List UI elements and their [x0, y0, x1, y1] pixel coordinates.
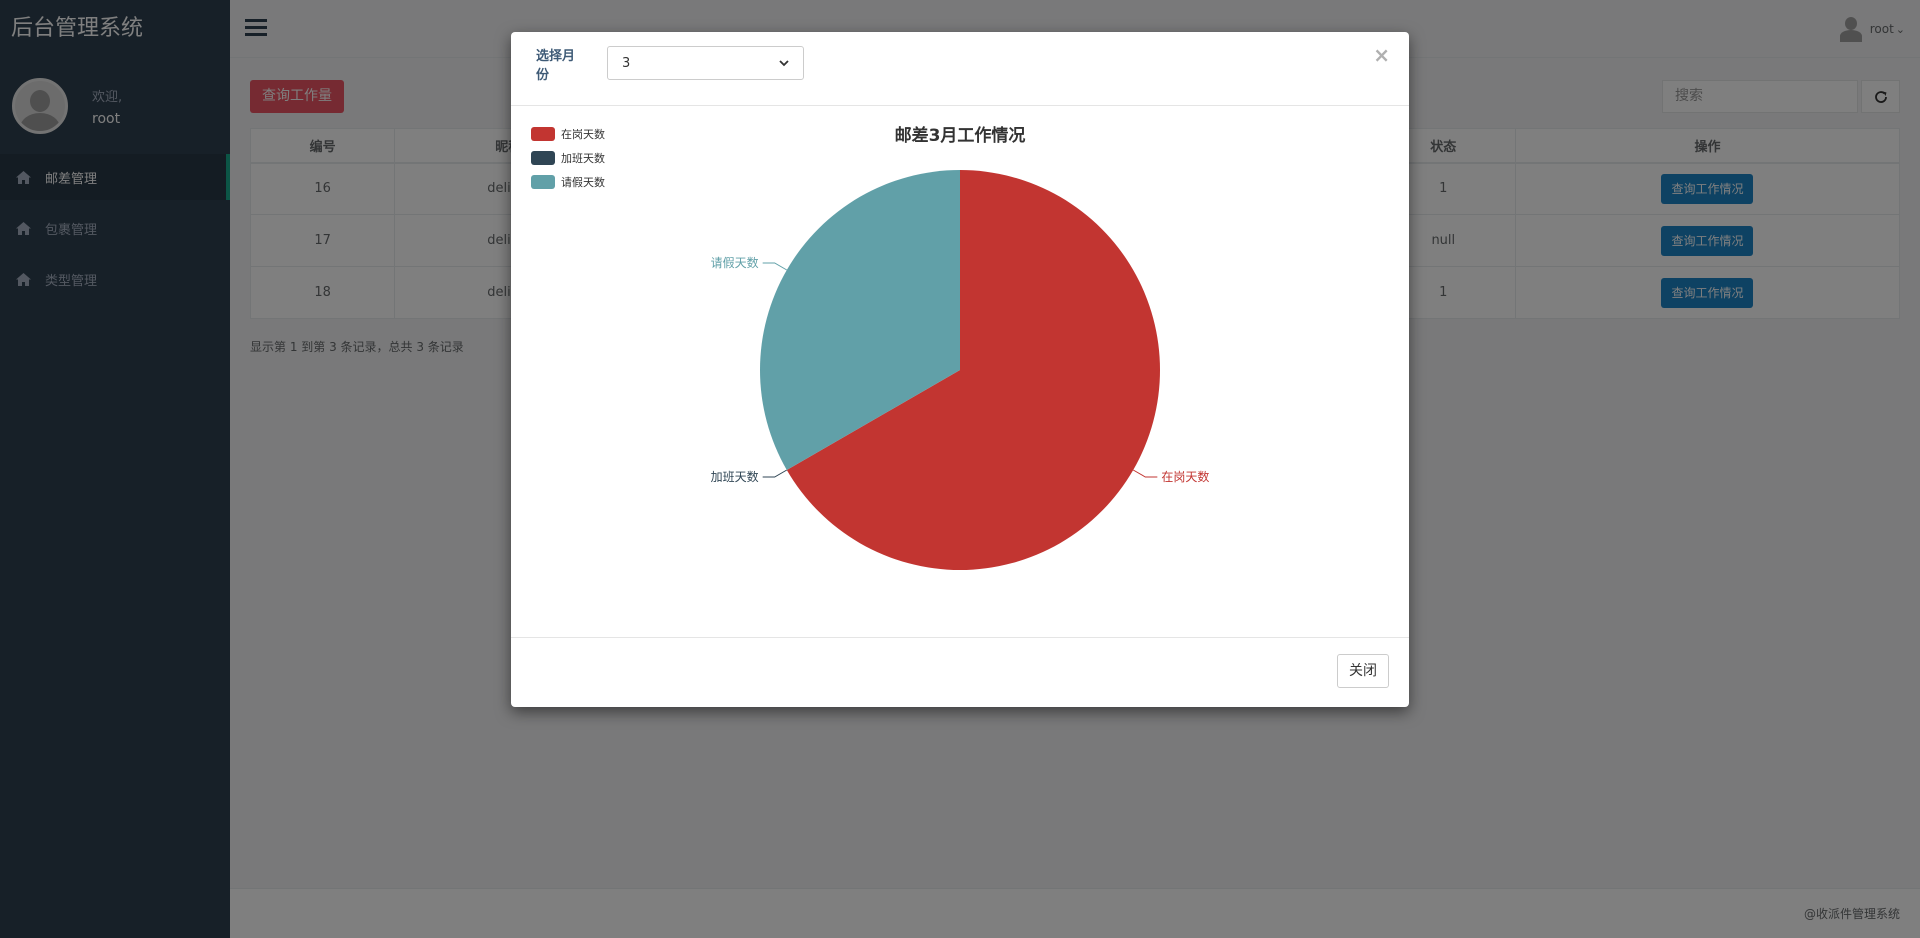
month-select-value: 3	[622, 55, 631, 71]
modal-body: 在岗天数 加班天数 请假天数 邮差3月工作情况 在岗天数 加班天数 请假天数	[511, 106, 1409, 638]
label-leader-line	[1132, 469, 1158, 478]
label-leader-line	[762, 469, 788, 478]
pie-chart: 在岗天数 加班天数 请假天数	[711, 170, 1209, 570]
label-leader-line	[762, 262, 788, 271]
month-select[interactable]: 3	[607, 46, 804, 80]
modal-header: 选择月份 3 ×	[511, 32, 1409, 106]
slice-label: 加班天数	[711, 469, 759, 484]
work-status-modal: 选择月份 3 × 在岗天数 加班天数 请假天数 邮差3月工作情况 在岗天数 加班天…	[511, 32, 1409, 707]
close-icon[interactable]: ×	[1373, 43, 1390, 67]
slice-label: 请假天数	[711, 255, 759, 270]
modal-footer: 关闭	[511, 638, 1409, 706]
slice-label: 在岗天数	[1161, 469, 1209, 484]
chevron-down-icon	[779, 59, 789, 66]
close-button[interactable]: 关闭	[1337, 654, 1389, 688]
month-label: 选择月份	[536, 49, 576, 83]
